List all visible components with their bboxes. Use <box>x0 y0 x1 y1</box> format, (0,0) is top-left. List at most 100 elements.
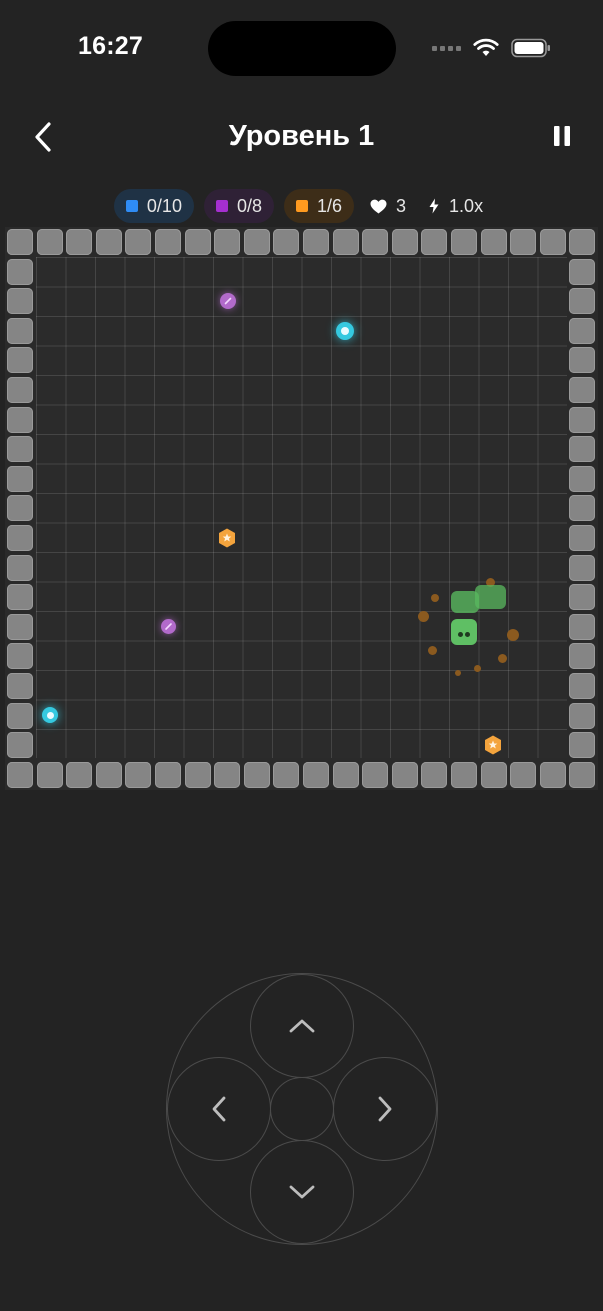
wall-tile <box>7 406 33 433</box>
particle <box>498 654 507 663</box>
wall-tile <box>184 229 211 255</box>
wifi-icon <box>473 38 499 58</box>
wall-tile <box>7 732 33 759</box>
page-title: Уровень 1 <box>228 120 375 152</box>
left-button[interactable] <box>167 1057 271 1161</box>
lives-counter: 3 <box>364 189 412 223</box>
snake-eye <box>458 632 463 637</box>
particle <box>418 611 429 622</box>
wall-tile <box>184 761 211 788</box>
wall-tile <box>214 761 241 788</box>
wall-tile <box>421 229 448 255</box>
wall-tile <box>95 761 122 788</box>
orange-counter-value: 1/6 <box>317 195 343 216</box>
wall-tile <box>7 377 33 403</box>
orange-square-icon <box>296 200 308 212</box>
wall-tile <box>569 584 596 611</box>
game-board <box>5 227 598 790</box>
wall-tile <box>569 732 596 759</box>
status-bar: 16:27 <box>0 0 603 96</box>
wall-tile <box>451 229 477 255</box>
wall-tile <box>243 229 270 255</box>
wall-tile <box>7 495 33 522</box>
wall-tile <box>391 229 418 255</box>
wall-tile <box>66 761 93 788</box>
purple-square-icon <box>215 200 228 212</box>
purple-counter-value: 0/8 <box>236 195 262 216</box>
orange-hex-star <box>218 528 236 548</box>
wall-tile <box>303 761 329 788</box>
wall-tile <box>7 347 33 374</box>
heart-icon <box>370 199 387 213</box>
speed-value: 1.0x <box>449 195 484 216</box>
wall-tile <box>362 229 389 255</box>
wall-tile <box>421 761 448 788</box>
stats-bar: 0/10 0/8 1/6 3 1.0x <box>0 189 603 223</box>
chevron-up-icon <box>289 1019 315 1033</box>
particle <box>431 594 439 602</box>
wall-tile <box>569 525 596 551</box>
purple-orb <box>161 619 176 634</box>
wall-tile <box>7 673 33 699</box>
chevron-left-icon <box>212 1096 226 1122</box>
wall-tile <box>7 584 33 611</box>
chevron-down-icon <box>289 1185 315 1199</box>
blue-counter-value: 0/10 <box>146 195 182 216</box>
snake-head <box>451 619 477 645</box>
wall-tile <box>7 554 33 581</box>
header: Уровень 1 <box>0 110 603 162</box>
bolt-icon <box>429 198 439 214</box>
wall-tile <box>7 465 33 492</box>
orange-counter: 1/6 <box>284 189 355 223</box>
wall-tile <box>480 761 507 788</box>
chevron-right-icon <box>378 1096 392 1122</box>
down-button[interactable] <box>250 1140 354 1244</box>
cyan-orb <box>336 322 354 340</box>
right-button[interactable] <box>333 1057 437 1161</box>
wall-tile <box>125 761 152 788</box>
wall-tile <box>569 761 596 788</box>
wall-tile <box>569 702 596 729</box>
direction-pad <box>166 973 438 1245</box>
wall-tile <box>569 406 596 433</box>
signal-icon <box>432 45 461 51</box>
wall-tile <box>214 229 241 255</box>
wall-tile <box>7 643 33 670</box>
wall-tile <box>569 613 596 640</box>
wall-tile <box>273 761 300 788</box>
speed-indicator: 1.0x <box>422 189 489 223</box>
wall-tile <box>273 229 300 255</box>
up-button[interactable] <box>250 974 354 1078</box>
pause-button[interactable] <box>547 120 577 152</box>
wall-tile <box>7 436 33 463</box>
wall-tile <box>7 317 33 344</box>
wall-tile <box>569 317 596 344</box>
wall-tile <box>510 229 537 255</box>
particle <box>455 670 461 676</box>
dynamic-island <box>208 21 396 76</box>
wall-tile <box>7 288 33 315</box>
blue-counter: 0/10 <box>113 189 194 223</box>
wall-tile <box>451 761 477 788</box>
wall-tile <box>7 258 33 285</box>
lives-value: 3 <box>396 195 407 216</box>
wall-tile <box>332 761 359 788</box>
wall-tile <box>569 229 596 255</box>
wall-tile <box>36 229 63 255</box>
wall-tile <box>569 347 596 374</box>
wall-tile <box>36 761 63 788</box>
wall-tile <box>7 229 33 255</box>
wall-tile <box>569 258 596 285</box>
wall-tile <box>569 465 596 492</box>
wall-tile <box>95 229 122 255</box>
wall-tile <box>7 525 33 551</box>
purple-counter: 0/8 <box>203 189 274 223</box>
wall-tile <box>332 229 359 255</box>
status-icons <box>432 38 551 58</box>
particle <box>507 629 519 641</box>
wall-tile <box>569 673 596 699</box>
wall-tile <box>510 761 537 788</box>
wall-tile <box>480 229 507 255</box>
wall-tile <box>569 288 596 315</box>
play-field <box>36 257 567 758</box>
